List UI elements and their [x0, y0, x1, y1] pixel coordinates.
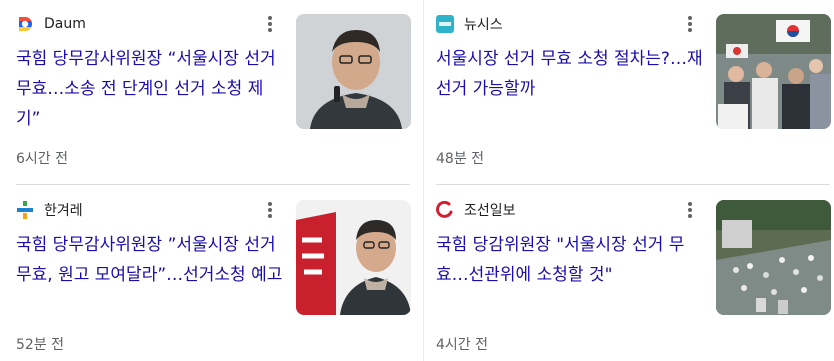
thumbnail-image[interactable]	[296, 14, 411, 129]
source-row: 뉴시스	[436, 14, 503, 34]
source-row: 한겨레	[16, 200, 83, 220]
more-vert-icon[interactable]	[682, 16, 698, 32]
thumbnail-image[interactable]	[716, 200, 831, 315]
timestamp: 52분 전	[16, 337, 65, 353]
card-divider	[16, 184, 410, 185]
headline-link[interactable]: 국힘 당무감사위원장 “서울시장 선거 무효…소송 전 단계인 선거 소청 제기…	[16, 44, 284, 134]
source-row: Daum	[16, 14, 86, 34]
chosun-logo-icon	[436, 200, 454, 219]
column-divider	[423, 0, 424, 361]
hani-logo-icon	[16, 201, 34, 219]
thumbnail-image[interactable]	[296, 200, 411, 315]
more-vert-icon[interactable]	[262, 16, 278, 32]
timestamp: 48분 전	[436, 151, 485, 167]
more-vert-icon[interactable]	[262, 202, 278, 218]
source-name: 조선일보	[464, 203, 516, 219]
source-row: 조선일보	[436, 200, 516, 220]
thumbnail-image[interactable]	[716, 14, 831, 129]
headline-link[interactable]: 국힘 당무감사위원장 ”서울시장 선거 무효, 원고 모여달라”…선거소청 예고	[16, 230, 284, 290]
headline-link[interactable]: 국힘 당감위원장 "서울시장 선거 무효…선관위에 소청할 것"	[436, 230, 704, 290]
headline-link[interactable]: 서울시장 선거 무효 소청 절차는?…재선거 가능할까	[436, 44, 704, 104]
daum-logo-icon	[16, 15, 34, 33]
timestamp: 6시간 전	[16, 151, 68, 167]
card-divider	[436, 184, 830, 185]
timestamp: 4시간 전	[436, 337, 488, 353]
source-name: Daum	[44, 16, 86, 32]
source-name: 한겨레	[44, 203, 83, 219]
more-vert-icon[interactable]	[682, 202, 698, 218]
newsis-logo-icon	[436, 15, 454, 33]
source-name: 뉴시스	[464, 17, 503, 33]
